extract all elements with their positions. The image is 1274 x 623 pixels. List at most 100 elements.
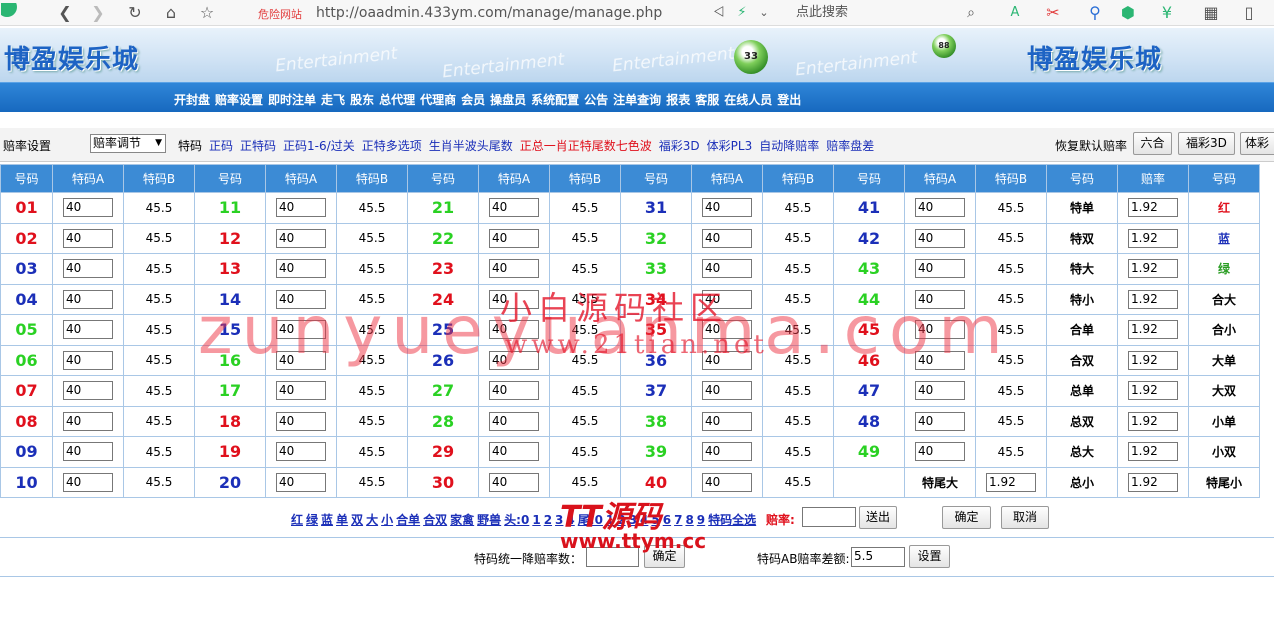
side-odds-input[interactable]: 1.92	[1128, 411, 1178, 431]
nav-item[interactable]: 开封盘	[174, 93, 210, 107]
odds-a-input[interactable]: 40	[276, 228, 326, 248]
nav-item[interactable]: 走飞	[321, 93, 345, 107]
home-icon[interactable]: ⌂	[160, 3, 182, 23]
nav-item[interactable]: 股东	[350, 93, 374, 107]
nav-item[interactable]: 代理商	[420, 93, 456, 107]
category-link[interactable]: 正特码	[240, 139, 276, 153]
odds-a-input[interactable]: 40	[915, 442, 965, 462]
quick-select-link[interactable]: 特码全选	[708, 513, 756, 527]
side-odds-input[interactable]: 1.92	[1128, 228, 1178, 248]
address-bar[interactable]: http://oaadmin.433ym.com/manage/manage.p…	[316, 3, 662, 23]
cancel-button[interactable]: 取消	[1001, 506, 1049, 529]
odds-a-input[interactable]: 40	[915, 259, 965, 279]
quick-select-link[interactable]: 合单	[396, 513, 420, 527]
odds-a-input[interactable]: 40	[276, 411, 326, 431]
reload-icon[interactable]: ↻	[124, 3, 146, 23]
nav-item[interactable]: 系统配置	[531, 93, 579, 107]
odds-a-input[interactable]: 40	[915, 381, 965, 401]
odds-a-input[interactable]: 40	[63, 228, 113, 248]
scissors-icon[interactable]: ✂	[1044, 3, 1062, 23]
category-link[interactable]: 正总一肖正特尾数七色波	[520, 139, 652, 153]
nav-item[interactable]: 会员	[461, 93, 485, 107]
side-odds-input[interactable]: 1.92	[1128, 198, 1178, 218]
odds-a-input[interactable]: 40	[915, 228, 965, 248]
category-link[interactable]: 正特多选项	[362, 139, 422, 153]
odds-a-input[interactable]: 40	[489, 472, 539, 492]
odds-a-input[interactable]: 40	[702, 198, 752, 218]
quick-select-link[interactable]: 8	[685, 513, 693, 527]
search-icon[interactable]: ⌕	[962, 3, 980, 23]
yen-icon[interactable]: ¥	[1158, 3, 1176, 23]
odds-a-input[interactable]: 40	[276, 381, 326, 401]
odds-a-input[interactable]: 40	[702, 381, 752, 401]
quick-select-link[interactable]: 双	[351, 513, 363, 527]
odds-a-input[interactable]: 40	[489, 442, 539, 462]
odds-a-input[interactable]: 40	[63, 350, 113, 370]
category-link[interactable]: 体彩PL3	[707, 139, 753, 153]
odds-a-input[interactable]: 40	[276, 259, 326, 279]
phone-icon[interactable]: ▯	[1240, 3, 1258, 23]
back-icon[interactable]: ❮	[55, 3, 75, 23]
odds-a-input[interactable]: 40	[489, 259, 539, 279]
quick-select-link[interactable]: 大	[366, 513, 378, 527]
odds-a-input[interactable]: 40	[276, 442, 326, 462]
odds-a-input[interactable]: 40	[915, 198, 965, 218]
odds-a-input[interactable]: 40	[63, 411, 113, 431]
nav-item[interactable]: 登出	[777, 93, 801, 107]
odds-a-input[interactable]: 40	[276, 472, 326, 492]
odds-a-input[interactable]: 40	[63, 198, 113, 218]
quick-select-link[interactable]: 1	[532, 513, 540, 527]
odds-a-input[interactable]: 40	[276, 198, 326, 218]
quick-select-link[interactable]: 合双	[423, 513, 447, 527]
odds-a-input[interactable]: 40	[489, 198, 539, 218]
game-icon[interactable]: ⬢	[1118, 3, 1138, 23]
odds-adjust-select[interactable]: 赔率调节 ▼	[90, 134, 166, 153]
odds-input[interactable]: 1.92	[986, 472, 1036, 492]
nav-item[interactable]: 客服	[695, 93, 719, 107]
category-link[interactable]: 正码	[209, 139, 233, 153]
nav-item[interactable]: 操盘员	[490, 93, 526, 107]
nav-item[interactable]: 在线人员	[724, 93, 772, 107]
ab-diff-input[interactable]: 5.5	[851, 547, 905, 567]
nav-item[interactable]: 注单查询	[613, 93, 661, 107]
nav-item[interactable]: 公告	[584, 93, 608, 107]
category-link[interactable]: 赔率盘差	[826, 139, 874, 153]
odds-a-input[interactable]: 40	[489, 411, 539, 431]
nav-item[interactable]: 即时注单	[268, 93, 316, 107]
quick-select-link[interactable]: 7	[674, 513, 682, 527]
quick-select-link[interactable]: 9	[697, 513, 705, 527]
quick-select-link[interactable]: 红	[291, 513, 303, 527]
side-odds-input[interactable]: 1.92	[1128, 259, 1178, 279]
quick-select-link[interactable]: 6	[663, 513, 671, 527]
side-odds-input[interactable]: 1.92	[1128, 289, 1178, 309]
odds-a-input[interactable]: 40	[915, 411, 965, 431]
side-odds-input[interactable]: 1.92	[1128, 350, 1178, 370]
odds-a-input[interactable]: 40	[63, 289, 113, 309]
odds-input[interactable]	[802, 507, 856, 527]
quick-select-link[interactable]: 头:0	[504, 513, 529, 527]
category-link[interactable]: 正码1-6/过关	[283, 139, 355, 153]
lightning-icon[interactable]: ⚡	[734, 3, 750, 23]
odds-a-input[interactable]: 40	[63, 259, 113, 279]
odds-a-input[interactable]: 40	[63, 381, 113, 401]
translate-icon[interactable]: A	[1006, 3, 1024, 23]
ticai-button[interactable]: 体彩	[1240, 132, 1274, 155]
odds-a-input[interactable]: 40	[63, 472, 113, 492]
odds-a-input[interactable]: 40	[702, 259, 752, 279]
forward-icon[interactable]: ❯	[88, 3, 108, 23]
quick-select-link[interactable]: 野兽	[477, 513, 501, 527]
category-link[interactable]: 福彩3D	[659, 139, 700, 153]
category-link[interactable]: 自动降赔率	[759, 139, 819, 153]
confirm-button[interactable]: 确定	[942, 506, 991, 529]
bookmark-star-icon[interactable]: ☆	[196, 3, 218, 23]
liuhe-button[interactable]: 六合	[1133, 132, 1172, 155]
quick-select-link[interactable]: 2	[544, 513, 552, 527]
odds-a-input[interactable]: 40	[702, 228, 752, 248]
odds-a-input[interactable]: 40	[489, 381, 539, 401]
odds-a-input[interactable]: 40	[702, 442, 752, 462]
quick-select-link[interactable]: 小	[381, 513, 393, 527]
quick-select-link[interactable]: 绿	[306, 513, 318, 527]
quick-select-link[interactable]: 单	[336, 513, 348, 527]
quick-select-link[interactable]: 蓝	[321, 513, 333, 527]
odds-a-input[interactable]: 40	[702, 472, 752, 492]
